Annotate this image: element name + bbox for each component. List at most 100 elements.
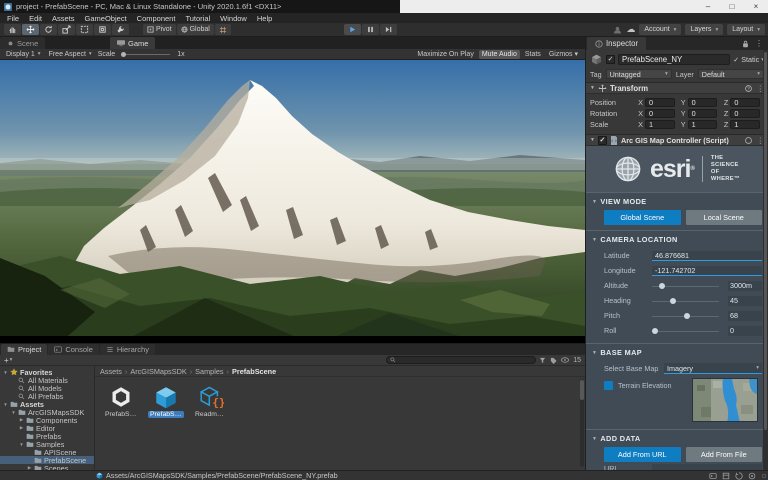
tree-item[interactable]: All Prefabs	[0, 392, 94, 400]
tree-item[interactable]: ▶ Editor	[0, 424, 94, 432]
selected-asset-path[interactable]: Assets/ArcGISMapsSDK/Samples/PrefabScene…	[96, 471, 338, 480]
add-from-file-button[interactable]: Add From File	[686, 447, 763, 462]
package-status-icon[interactable]	[722, 472, 730, 480]
inspector-scrollbar[interactable]	[763, 50, 768, 470]
move-tool-icon[interactable]	[22, 24, 39, 35]
basemap-dropdown[interactable]: Imagery ▾	[664, 363, 762, 374]
terrain-elevation-checkbox[interactable]	[604, 381, 613, 390]
hidden-packages-icon[interactable]	[561, 357, 569, 363]
minimize-button[interactable]: –	[696, 0, 720, 13]
longitude-field[interactable]: -121.742702	[652, 266, 762, 276]
cloud-icon[interactable]: ☁	[626, 24, 635, 35]
transform-x-field[interactable]: 0	[645, 98, 675, 107]
global-scene-button[interactable]: Global Scene	[604, 210, 681, 225]
hand-tool-icon[interactable]	[4, 24, 21, 35]
project-panel-tab[interactable]: Hierarchy	[100, 344, 155, 355]
foldout-arrow-icon[interactable]: ▼	[3, 402, 8, 407]
scale-tool-icon[interactable]	[58, 24, 75, 35]
global-toggle[interactable]: Global	[177, 24, 214, 35]
slider-value-field[interactable]: 0	[728, 326, 762, 336]
latitude-field[interactable]: 46.876681	[652, 251, 762, 261]
asset-item[interactable]: {} Readme_P...	[193, 384, 229, 418]
foldout-open-icon[interactable]: ▼	[592, 350, 597, 356]
menu-item[interactable]: Window	[215, 14, 252, 23]
foldout-open-icon[interactable]: ▼	[590, 137, 595, 143]
transform-y-field[interactable]: 0	[688, 109, 718, 118]
tree-item[interactable]: Prefabs	[0, 432, 94, 440]
slider[interactable]	[652, 281, 719, 291]
tree-item[interactable]: All Models	[0, 384, 94, 392]
menu-item[interactable]: Component	[132, 14, 181, 23]
progress-status-icon[interactable]	[748, 472, 756, 480]
slider-handle[interactable]	[652, 328, 658, 334]
close-button[interactable]: ×	[744, 0, 768, 13]
transform-x-field[interactable]: 0	[645, 109, 675, 118]
project-panel-tab[interactable]: Console	[48, 344, 99, 355]
custom-tool-icon[interactable]	[112, 24, 129, 35]
slider-handle[interactable]	[670, 298, 676, 304]
transform-x-field[interactable]: 1	[645, 120, 675, 129]
play-button[interactable]	[344, 24, 361, 35]
tree-item[interactable]: ▼ Favorites	[0, 368, 94, 376]
foldout-open-icon[interactable]: ▼	[592, 237, 597, 243]
static-toggle[interactable]: ✓ Static ▾	[733, 55, 764, 64]
slider-value-field[interactable]: 68	[728, 311, 762, 321]
scale-slider-handle[interactable]	[121, 52, 126, 57]
menu-item[interactable]: Assets	[47, 14, 80, 23]
project-panel-tab[interactable]: Project	[1, 344, 47, 355]
tree-item[interactable]: ▼ ArcGISMapsSDK	[0, 408, 94, 416]
tree-item[interactable]: ▼ Samples	[0, 440, 94, 448]
transform-z-field[interactable]: 0	[730, 109, 760, 118]
game-view-toggle[interactable]: Gizmos ▾	[546, 50, 581, 59]
rect-tool-icon[interactable]	[76, 24, 93, 35]
foldout-arrow-icon[interactable]: ▼	[19, 442, 24, 447]
foldout-open-icon[interactable]: ▼	[592, 436, 597, 442]
local-scene-button[interactable]: Local Scene	[686, 210, 763, 225]
transform-z-field[interactable]: 1	[730, 120, 760, 129]
arcgis-component-header[interactable]: ▼ ✓ Arc GIS Map Controller (Script) ⋮	[586, 134, 768, 146]
foldout-arrow-icon[interactable]: ▶	[19, 425, 24, 431]
breadcrumb-segment[interactable]: PrefabScene	[232, 367, 282, 376]
create-asset-button[interactable]: +▾	[4, 356, 12, 365]
transform-y-field[interactable]: 1	[688, 120, 718, 129]
pivot-toggle[interactable]: Pivot	[143, 24, 176, 35]
pause-button[interactable]	[362, 24, 379, 35]
slider-handle[interactable]	[659, 283, 665, 289]
breadcrumb-segment[interactable]: Assets	[100, 367, 130, 376]
slider[interactable]	[652, 296, 719, 306]
aspect-dropdown[interactable]: Free Aspect▾	[47, 50, 94, 59]
asset-item[interactable]: PrefabSce...	[103, 384, 139, 418]
menu-item[interactable]: Help	[252, 14, 277, 23]
game-viewport[interactable]	[0, 60, 585, 343]
tab-inspector[interactable]: Inspector	[587, 37, 646, 50]
tree-item[interactable]: All Materials	[0, 376, 94, 384]
search-by-type-icon[interactable]	[539, 357, 546, 364]
game-view-toggle[interactable]: Mute Audio	[479, 50, 520, 59]
resize-grip[interactable]	[762, 474, 766, 478]
tree-item[interactable]: ▼ Assets	[0, 400, 94, 408]
tree-item[interactable]: PrefabScene	[0, 456, 94, 464]
breadcrumb-segment[interactable]: ArcGISMapsSDK	[130, 367, 195, 376]
search-input[interactable]	[386, 356, 536, 364]
search-by-label-icon[interactable]	[550, 357, 557, 364]
activity-status-icon[interactable]	[735, 472, 743, 480]
tree-item[interactable]: ▶ Components	[0, 416, 94, 424]
rotate-tool-icon[interactable]	[40, 24, 57, 35]
slider[interactable]	[652, 326, 719, 336]
menu-item[interactable]: Tutorial	[180, 14, 215, 23]
toolbar-dropdown[interactable]: Account ▾	[639, 24, 681, 35]
menu-item[interactable]: Edit	[24, 14, 47, 23]
foldout-arrow-icon[interactable]: ▼	[11, 410, 16, 415]
collab-icon[interactable]	[613, 26, 622, 34]
tree-item[interactable]: APIScene	[0, 448, 94, 456]
menu-item[interactable]: GameObject	[80, 14, 132, 23]
toolbar-dropdown[interactable]: Layout ▾	[727, 24, 765, 35]
menu-item[interactable]: File	[2, 14, 24, 23]
foldout-arrow-icon[interactable]: ▶	[19, 417, 24, 423]
help-icon[interactable]	[745, 137, 752, 144]
slider-handle[interactable]	[684, 313, 690, 319]
transform-z-field[interactable]: 0	[730, 98, 760, 107]
transform-tool-icon[interactable]	[94, 24, 111, 35]
url-field[interactable]	[652, 464, 762, 471]
layer-dropdown[interactable]: Default▾	[698, 69, 764, 79]
